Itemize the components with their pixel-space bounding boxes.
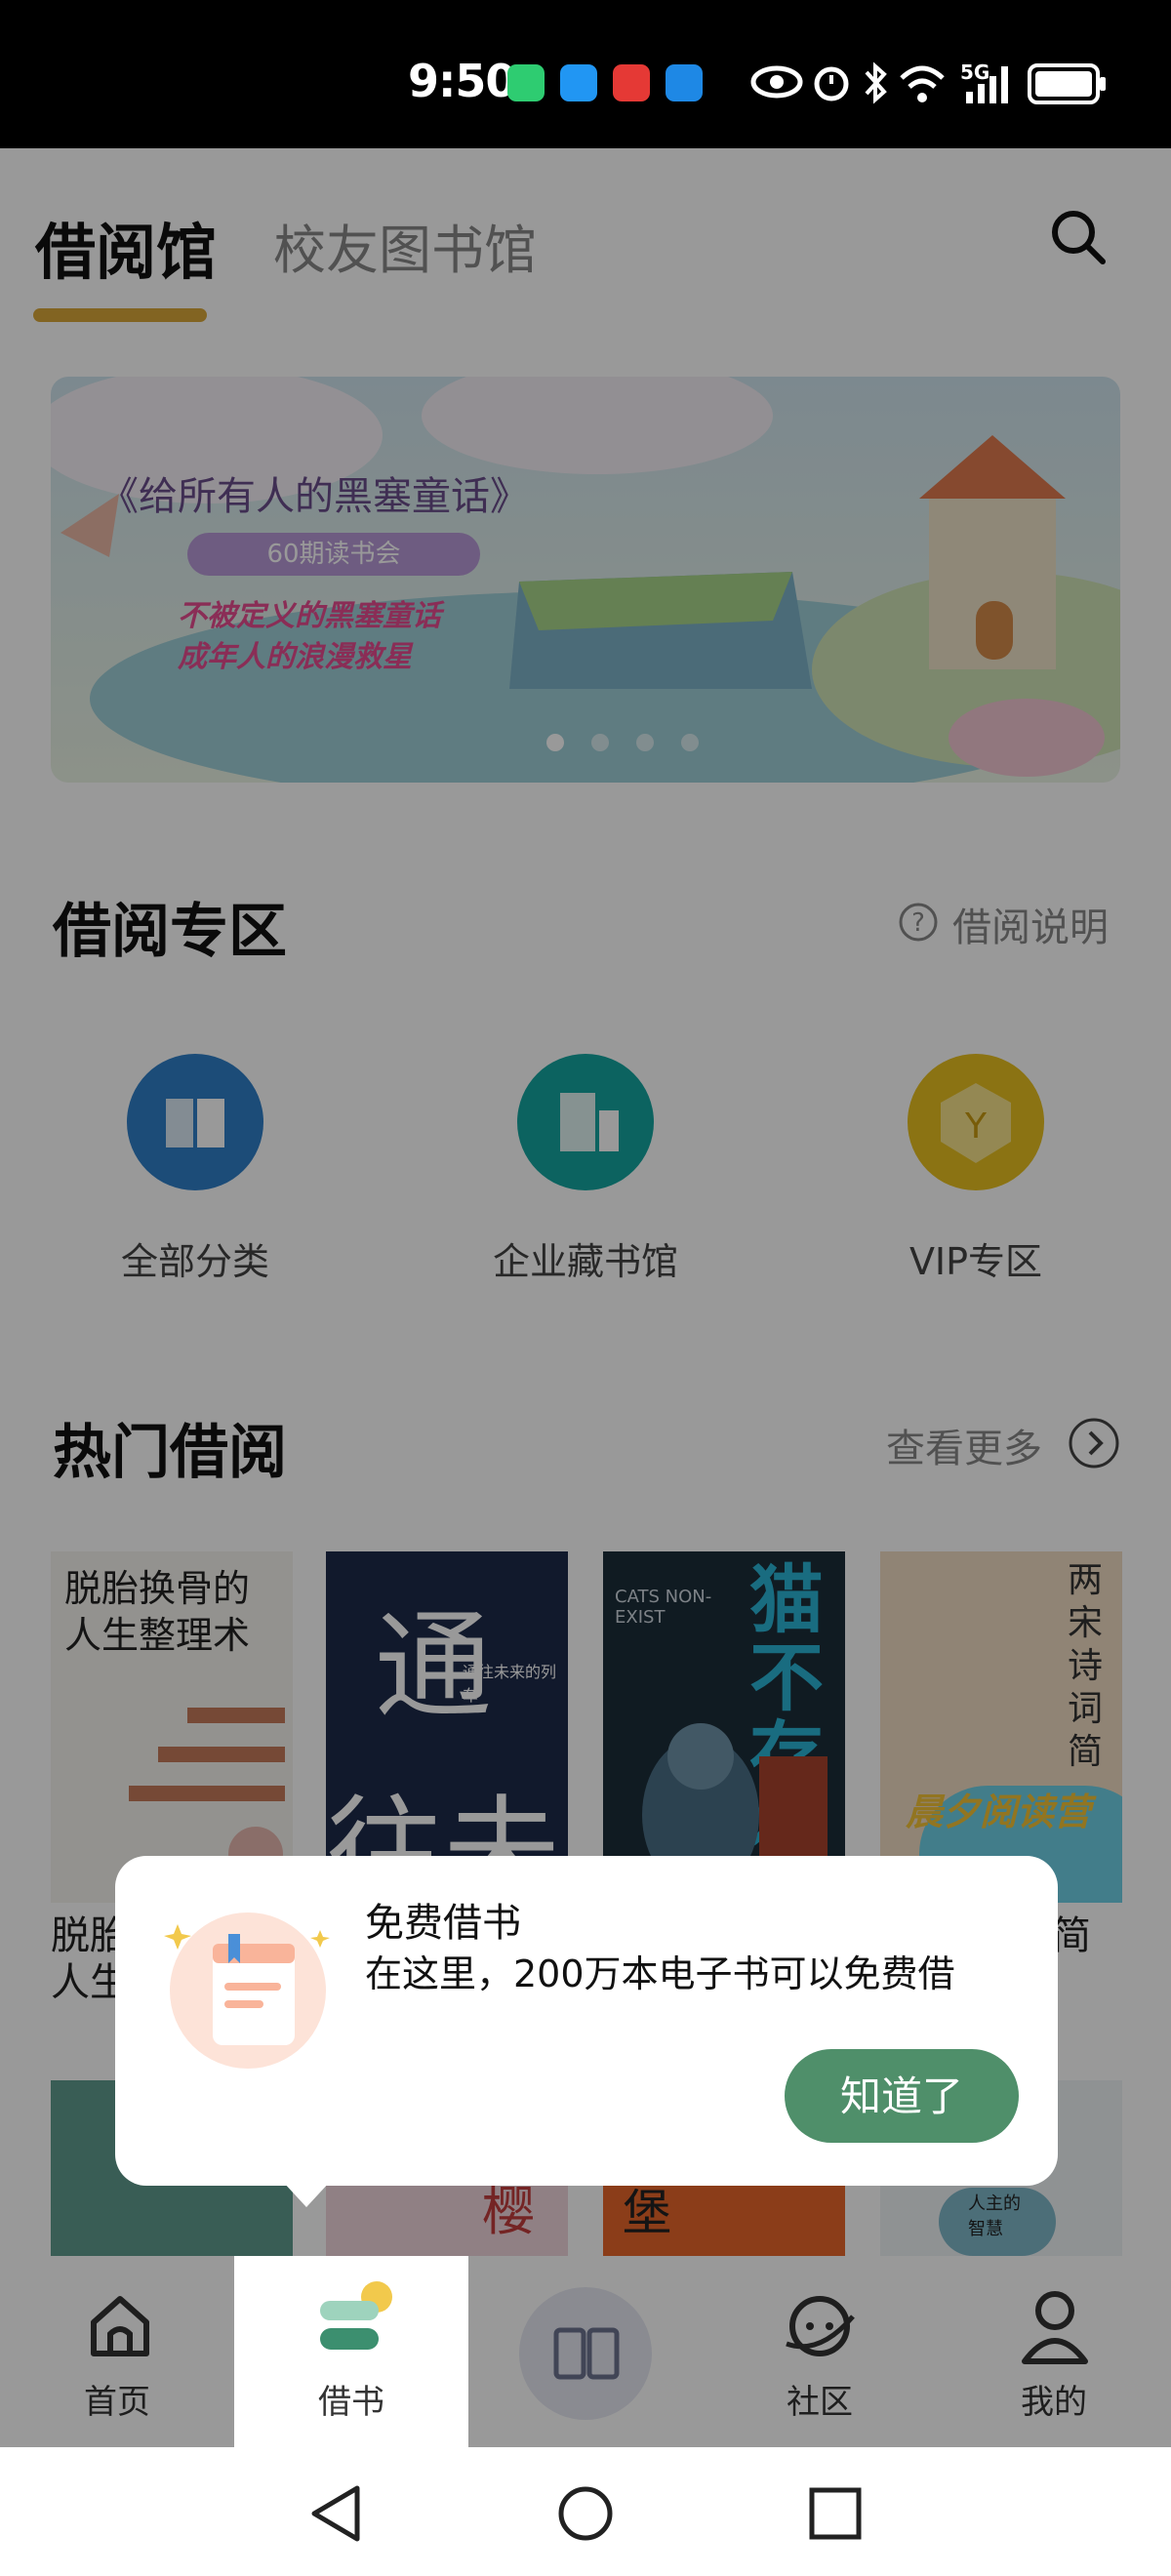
reddit-icon <box>613 64 650 101</box>
free-book-illustration-icon <box>164 1912 330 2069</box>
nav-dim-right <box>468 2256 1171 2447</box>
signal-icon <box>966 66 1008 103</box>
nav-dim-left <box>0 2256 234 2447</box>
tooltip-title: 免费借书 <box>365 1901 521 1946</box>
recents-square-icon[interactable] <box>806 2484 865 2543</box>
system-navigation-bar <box>0 2447 1171 2576</box>
got-it-button[interactable]: 知道了 <box>785 2049 1019 2143</box>
tooltip-body: 在这里，200万本电子书可以免费借 <box>365 1952 955 1995</box>
home-circle-icon[interactable] <box>556 2484 615 2543</box>
eye-icon <box>750 65 803 99</box>
app-icon <box>666 64 703 101</box>
back-icon[interactable] <box>308 2482 363 2545</box>
status-time: 9:50 <box>408 55 516 107</box>
nav-item-borrow[interactable]: 借书 <box>234 2256 468 2447</box>
nav-label: 借书 <box>318 2383 384 2422</box>
tooltip-arrow <box>283 2182 330 2207</box>
status-bar: 9:50 5G <box>0 0 1171 148</box>
battery-icon <box>1028 63 1106 104</box>
battery-saver-icon <box>507 64 545 101</box>
alarm-icon <box>814 66 849 101</box>
bluetooth-icon <box>865 61 887 104</box>
borrow-books-icon <box>320 2281 392 2350</box>
wifi-icon <box>900 65 945 102</box>
message-icon <box>560 64 597 101</box>
